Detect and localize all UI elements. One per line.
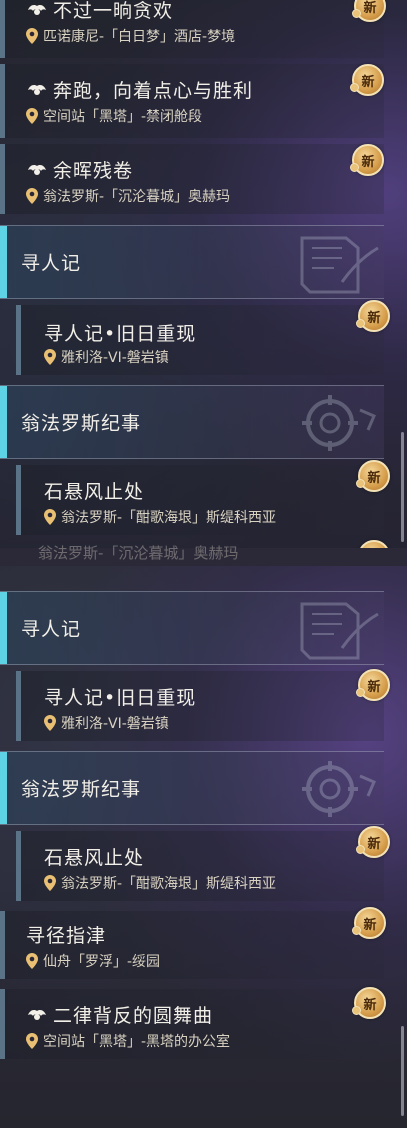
quest-location: 空间站「黑塔」-禁闭舱段 xyxy=(43,109,203,125)
quest-location: 空间站「黑塔」-黑塔的办公室 xyxy=(43,1034,231,1050)
sub-quest-item[interactable]: 石悬风止处 翁法罗斯-「酣歌海垠」斯缇科西亚 新 xyxy=(16,460,390,535)
category-header-xunrenji[interactable]: 寻人记 xyxy=(0,225,384,299)
new-badge: 新 xyxy=(352,907,386,939)
quest-title: 寻人记•旧日重现 xyxy=(44,687,197,709)
quest-list-top: 不过一晌贪欢 匹诺康尼-「白日梦」酒店-梦境 新 奔跑，向着点心与胜利 空间站「… xyxy=(0,0,407,548)
quest-title: 余晖残卷 xyxy=(53,160,134,182)
quest-item[interactable]: 奔跑，向着点心与胜利 空间站「黑塔」-禁闭舱段 新 xyxy=(0,64,384,138)
quest-item[interactable]: 寻径指津 仙舟「罗浮」-绥园 新 xyxy=(0,907,386,979)
quest-accent-bar xyxy=(16,305,21,375)
category-header-xunrenji[interactable]: 寻人记 xyxy=(0,591,384,665)
quest-accent-bar xyxy=(16,465,21,535)
quest-title: 石悬风止处 xyxy=(44,481,145,503)
gear-emblem-icon xyxy=(302,395,376,451)
category-header-wengfaluosi[interactable]: 翁法罗斯纪事 xyxy=(0,385,384,459)
location-pin-icon xyxy=(44,715,56,731)
scrollbar[interactable] xyxy=(401,1026,404,1116)
quest-location: 翁法罗斯-「酣歌海垠」斯缇科西亚 xyxy=(61,876,277,892)
category-accent-bar xyxy=(0,592,7,664)
quest-item[interactable]: 不过一晌贪欢 匹诺康尼-「白日梦」酒店-梦境 新 xyxy=(0,0,386,58)
screenshot-seam: 翁法罗斯-「沉沦暮城」奥赫玛 xyxy=(0,544,407,566)
new-badge: 新 xyxy=(352,0,386,22)
category-title: 翁法罗斯纪事 xyxy=(21,412,142,435)
quest-accent-bar xyxy=(0,989,5,1059)
quest-location: 翁法罗斯-「酣歌海垠」斯缇科西亚 xyxy=(61,510,277,526)
quest-title: 二律背反的圆舞曲 xyxy=(53,1005,214,1027)
new-badge: 新 xyxy=(352,987,386,1019)
quest-location: 仙舟「罗浮」-绥园 xyxy=(43,954,161,970)
location-pin-icon xyxy=(44,875,56,891)
quest-item[interactable]: 二律背反的圆舞曲 空间站「黑塔」-黑塔的办公室 新 xyxy=(0,987,386,1059)
category-accent-bar xyxy=(0,752,7,824)
new-badge: 新 xyxy=(350,144,384,176)
quest-accent-bar xyxy=(16,831,21,901)
trailblaze-icon xyxy=(28,164,46,175)
sub-quest-item[interactable]: 石悬风止处 翁法罗斯-「酣歌海垠」斯缇科西亚 新 xyxy=(16,826,390,901)
quest-title: 寻径指津 xyxy=(26,925,107,947)
quest-accent-bar xyxy=(16,671,21,741)
quest-accent-bar xyxy=(0,64,5,138)
category-header-wengfaluosi[interactable]: 翁法罗斯纪事 xyxy=(0,751,384,825)
gear-emblem-icon xyxy=(302,761,376,817)
new-badge: 新 xyxy=(356,300,390,332)
sub-quest-item[interactable]: 寻人记•旧日重现 雅利洛-VI-磐岩镇 新 xyxy=(16,669,390,741)
location-pin-icon xyxy=(26,108,38,124)
category-accent-bar xyxy=(0,386,7,458)
category-title: 寻人记 xyxy=(21,618,82,641)
book-emblem-icon xyxy=(300,602,379,660)
quest-title: 寻人记•旧日重现 xyxy=(44,323,197,345)
location-pin-icon xyxy=(26,28,38,44)
quest-location: 翁法罗斯-「沉沦暮城」奥赫玛 xyxy=(43,189,231,205)
location-pin-icon xyxy=(26,953,38,969)
category-accent-bar xyxy=(0,226,7,298)
location-pin-icon xyxy=(26,1033,38,1049)
new-badge: 新 xyxy=(356,826,390,858)
quest-title: 不过一晌贪欢 xyxy=(53,0,174,22)
quest-list-bottom: 寻人记 寻人记•旧日重现 雅利洛-VI-磐岩镇 新 翁法罗斯纪事 石悬风止处 翁… xyxy=(0,566,407,1128)
quest-accent-bar xyxy=(0,0,5,58)
new-badge: 新 xyxy=(358,540,390,548)
trailblaze-icon xyxy=(28,4,46,15)
book-emblem-icon xyxy=(300,236,379,294)
category-title: 寻人记 xyxy=(21,252,82,275)
trailblaze-icon xyxy=(28,1009,46,1020)
quest-item[interactable]: 余晖残卷 翁法罗斯-「沉沦暮城」奥赫玛 新 xyxy=(0,144,384,214)
trailblaze-icon xyxy=(28,84,46,95)
new-badge: 新 xyxy=(350,64,384,96)
quest-location: 匹诺康尼-「白日梦」酒店-梦境 xyxy=(43,29,236,45)
cutoff-location-text: 翁法罗斯-「沉沦暮城」奥赫玛 xyxy=(38,544,239,562)
new-badge: 新 xyxy=(356,669,390,701)
quest-accent-bar xyxy=(0,144,5,214)
quest-title: 石悬风止处 xyxy=(44,847,145,869)
quest-title: 奔跑，向着点心与胜利 xyxy=(53,80,254,102)
location-pin-icon xyxy=(44,509,56,525)
category-title: 翁法罗斯纪事 xyxy=(21,778,142,801)
sub-quest-item[interactable]: 寻人记•旧日重现 雅利洛-VI-磐岩镇 新 xyxy=(16,300,390,375)
new-badge: 新 xyxy=(356,460,390,492)
location-pin-icon xyxy=(44,349,56,365)
location-pin-icon xyxy=(26,188,38,204)
quest-accent-bar xyxy=(0,911,5,979)
scrollbar[interactable] xyxy=(401,432,404,542)
quest-location: 雅利洛-VI-磐岩镇 xyxy=(61,716,169,732)
quest-location: 雅利洛-VI-磐岩镇 xyxy=(61,350,169,366)
